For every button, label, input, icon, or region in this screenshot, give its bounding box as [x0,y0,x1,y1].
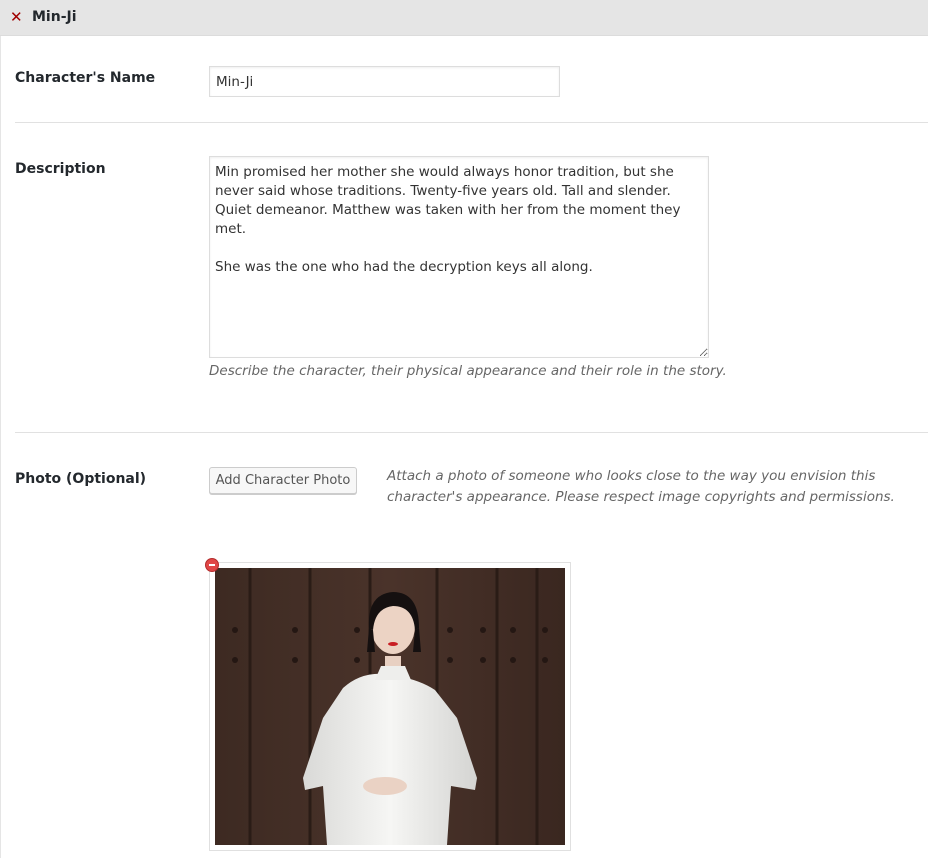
divider [15,122,928,123]
photo-hint: Attach a photo of someone who looks clos… [387,468,895,505]
character-photo-frame [209,562,571,851]
panel-left-border [0,36,1,858]
character-photo [215,568,565,845]
panel-header: ✕ Min-Ji [0,0,928,36]
name-input[interactable] [209,66,560,97]
add-character-photo-button[interactable]: Add Character Photo [209,467,357,494]
photo-label: Photo (Optional) [15,471,147,487]
panel-title: Min-Ji [32,9,77,25]
name-label: Character's Name [15,70,156,86]
divider [15,432,928,433]
close-icon[interactable]: ✕ [10,8,26,26]
description-textarea[interactable]: Min promised her mother she would always… [209,156,709,358]
description-hint: Describe the character, their physical a… [209,363,727,379]
description-label: Description [15,161,106,177]
remove-photo-icon[interactable] [205,558,219,572]
